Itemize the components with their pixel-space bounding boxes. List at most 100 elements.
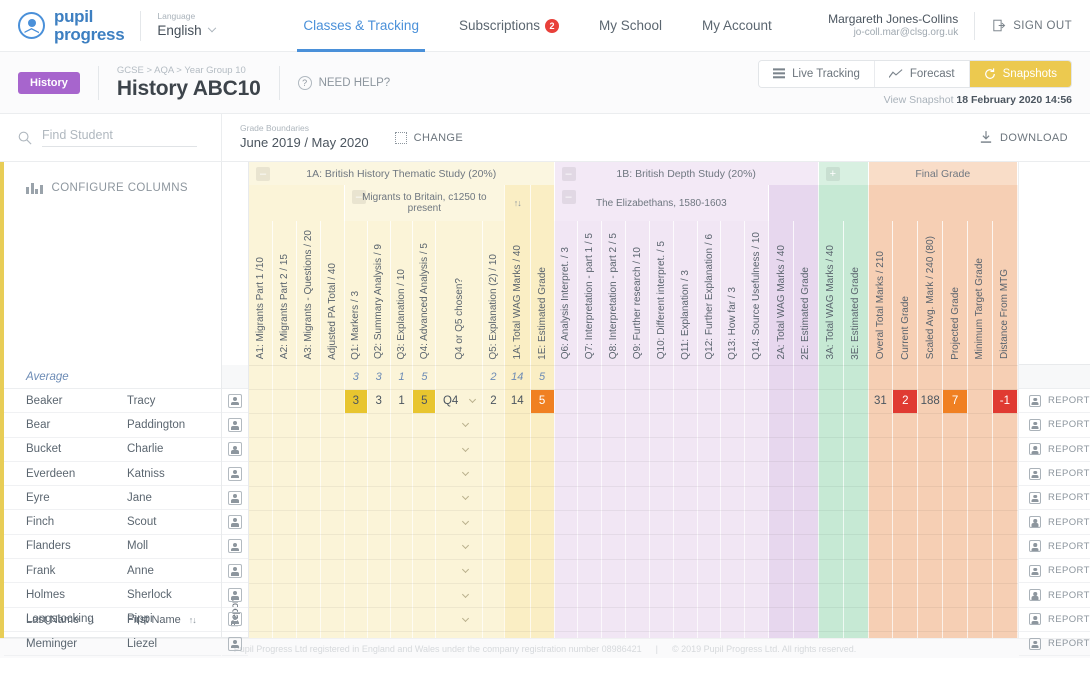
grid-cell[interactable] (673, 389, 698, 414)
grid-cell[interactable] (367, 631, 391, 638)
grid-cell[interactable] (344, 534, 368, 560)
grid-cell[interactable] (942, 534, 968, 560)
grid-cell[interactable] (649, 559, 674, 584)
grid-cell[interactable] (868, 437, 894, 463)
grid-cell[interactable] (843, 510, 869, 536)
chevron-down-icon[interactable] (461, 420, 469, 428)
grid-cell[interactable] (744, 510, 770, 536)
grid-cell[interactable] (673, 437, 698, 463)
grid-cell[interactable] (697, 413, 722, 439)
chevron-down-icon[interactable] (461, 444, 469, 452)
report-button[interactable]: REPORT (1019, 608, 1090, 632)
grid-cell[interactable] (625, 534, 650, 560)
column-header[interactable]: Q4: Advanced Analysis / 5 (412, 221, 437, 366)
sign-out-button[interactable]: SIGN OUT (974, 11, 1072, 40)
grid-cell[interactable] (697, 607, 722, 633)
grid-cell[interactable] (625, 389, 650, 414)
grid-cell[interactable] (625, 607, 650, 633)
grid-cell[interactable] (412, 486, 437, 511)
column-header[interactable]: Q14: Source Usefulness / 10 (744, 221, 770, 366)
grid-cell[interactable] (530, 631, 555, 638)
grid-cell[interactable] (504, 534, 531, 560)
grid-cell[interactable] (992, 486, 1018, 511)
grid-cell[interactable] (649, 510, 674, 536)
grid-cell[interactable] (744, 461, 770, 487)
student-report-icon[interactable] (228, 588, 242, 603)
grid-cell[interactable] (554, 534, 579, 560)
table-row[interactable]: 3 3 1 5 Q4 2 14 5 31 2 188 7 -1 (249, 389, 1018, 414)
grid-cell[interactable] (249, 583, 274, 609)
chevron-down-icon[interactable] (461, 590, 469, 598)
grid-cell[interactable] (720, 389, 746, 414)
grid-cell[interactable] (320, 437, 345, 463)
grid-cell[interactable] (367, 510, 391, 536)
grid-cell[interactable] (344, 437, 368, 463)
report-button[interactable]: REPORT (1019, 413, 1090, 438)
chevron-down-icon[interactable] (461, 614, 469, 622)
student-row[interactable]: Bucket Charlie (4, 438, 221, 462)
report-button[interactable]: REPORT (1019, 389, 1090, 414)
student-report-icon[interactable] (228, 563, 242, 578)
grid-cell[interactable] (793, 631, 819, 638)
subsection-migrants[interactable]: – Migrants to Britain, c1250 to present (344, 185, 505, 221)
grid-cell[interactable] (768, 607, 794, 633)
chevron-down-icon[interactable] (461, 566, 469, 574)
grid-cell[interactable] (942, 559, 968, 584)
grid-cell[interactable] (892, 437, 919, 463)
grid-cell[interactable] (892, 631, 919, 638)
grid-cell[interactable] (367, 607, 391, 633)
grid-cell[interactable] (818, 413, 844, 439)
grid-cell[interactable] (344, 631, 368, 638)
grid-cell[interactable] (320, 389, 345, 414)
grid-cell[interactable] (768, 559, 794, 584)
column-header[interactable]: A3: Migrants - Questions / 20 (296, 221, 322, 366)
column-header[interactable]: Q4 or Q5 chosen? (435, 221, 483, 366)
grid-cell[interactable] (843, 486, 869, 511)
grid-cell[interactable] (390, 461, 414, 487)
column-header[interactable]: Scaled Avg. Mark / 240 (80) (917, 221, 944, 366)
grid-cell[interactable] (320, 583, 345, 609)
column-header[interactable]: Q5: Explanation (2) / 10 (482, 221, 505, 366)
grid-cell[interactable] (818, 631, 844, 638)
grid-cell[interactable] (720, 510, 746, 536)
grid-cell[interactable] (412, 461, 437, 487)
grid-cell[interactable] (272, 486, 298, 511)
grid-cell[interactable] (412, 631, 437, 638)
grid-cell[interactable] (843, 389, 869, 414)
grid-cell[interactable] (272, 631, 298, 638)
grid-cell[interactable] (967, 486, 993, 511)
grid-cell[interactable] (892, 583, 919, 609)
column-header[interactable]: Adjusted PA Total / 40 (320, 221, 345, 366)
collapse-migrants-button[interactable]: – (351, 190, 366, 204)
grid-cell[interactable] (720, 486, 746, 511)
grid-cell[interactable] (673, 534, 698, 560)
grid-cell[interactable] (843, 461, 869, 487)
student-report-icon[interactable] (228, 515, 242, 530)
chevron-down-icon[interactable] (461, 517, 469, 525)
grid-cell[interactable] (412, 583, 437, 609)
grid-cell[interactable] (367, 486, 391, 511)
grid-cell[interactable] (249, 559, 274, 584)
grid-cell[interactable] (554, 389, 579, 414)
student-report-icon[interactable] (228, 466, 242, 481)
column-header[interactable]: Q2: Summary Analysis / 9 (367, 221, 391, 366)
grid-cell[interactable]: 2 (892, 389, 919, 414)
grid-cell[interactable] (249, 461, 274, 487)
table-row[interactable] (249, 583, 1018, 609)
grid-cell[interactable] (320, 510, 345, 536)
grid-cell[interactable] (344, 583, 368, 609)
grid-cell[interactable] (344, 413, 368, 439)
grid-cell[interactable] (649, 631, 674, 638)
grid-cell[interactable] (390, 534, 414, 560)
grid-cell[interactable] (482, 437, 505, 463)
grid-cell[interactable] (744, 534, 770, 560)
grid-cell[interactable] (744, 389, 770, 414)
section-1b[interactable]: – 1B: British Depth Study (20%) (554, 162, 819, 185)
grid-cell[interactable] (625, 631, 650, 638)
grid-cell[interactable] (577, 559, 603, 584)
grid-cell[interactable] (412, 510, 437, 536)
grid-cell[interactable] (843, 534, 869, 560)
grid-cell[interactable] (435, 486, 483, 511)
column-header[interactable]: 1A: Total WAG Marks / 40 (504, 221, 531, 366)
grid-cell[interactable] (917, 486, 944, 511)
